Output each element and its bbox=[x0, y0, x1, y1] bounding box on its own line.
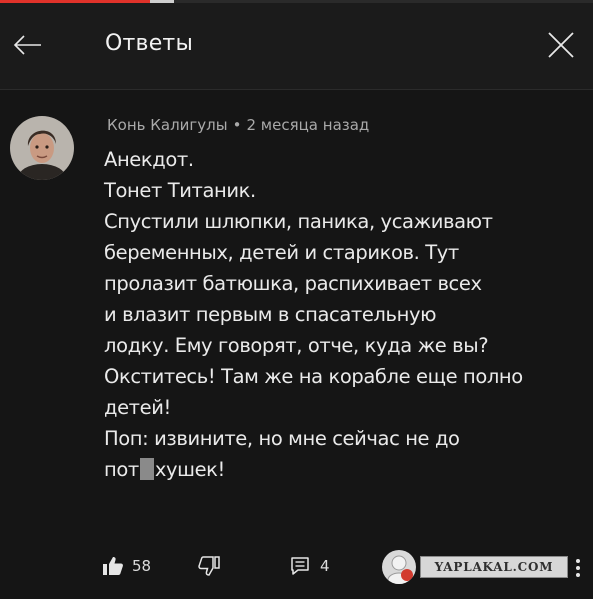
censor-block bbox=[139, 458, 154, 480]
comment-line: детей! bbox=[104, 396, 171, 419]
comment-line: Поп: извините, но мне сейчас не до bbox=[104, 427, 460, 450]
avatar[interactable] bbox=[10, 116, 74, 180]
reply-user-avatar[interactable] bbox=[382, 550, 416, 584]
comment-line: пролазит батюшка, распихивает всех bbox=[104, 272, 482, 295]
close-button[interactable] bbox=[541, 25, 581, 65]
reply-avatar-image bbox=[382, 550, 416, 584]
comment-line-last: пот хушек! bbox=[104, 454, 584, 485]
comment-line: Анекдот. bbox=[104, 148, 194, 171]
thumbs-down-icon bbox=[198, 556, 220, 576]
dislike-button[interactable] bbox=[198, 556, 220, 576]
comment-line: и влазит первым в спасательную bbox=[104, 303, 437, 326]
more-options-button[interactable] bbox=[572, 554, 584, 582]
comment-line: Спустили шлюпки, паника, усаживают bbox=[104, 210, 493, 233]
comment-meta: Конь Калигулы • 2 месяца назад bbox=[107, 116, 369, 134]
comment-line-end: хушек! bbox=[154, 458, 226, 481]
more-dot bbox=[576, 566, 580, 570]
comment-line: Тонет Титаник. bbox=[104, 179, 256, 202]
comment: Конь Калигулы • 2 месяца назад Анекдот. То… bbox=[0, 90, 593, 599]
comment-actions: 58 4 YAPLAKAL.COM bbox=[0, 548, 593, 588]
more-dot bbox=[576, 559, 580, 563]
like-count: 58 bbox=[132, 557, 152, 575]
comment-line: Окститесь! Там же на корабле еще полно bbox=[104, 365, 523, 388]
replies-button[interactable]: 4 bbox=[290, 556, 330, 576]
close-icon bbox=[548, 32, 574, 58]
back-button[interactable] bbox=[8, 25, 48, 65]
arrow-left-icon bbox=[13, 35, 41, 55]
meta-separator: • bbox=[232, 116, 242, 134]
replies-header: Ответы bbox=[0, 3, 593, 90]
comment-author[interactable]: Конь Калигулы bbox=[107, 116, 228, 134]
page-title: Ответы bbox=[105, 31, 194, 56]
thumbs-up-icon bbox=[103, 557, 123, 575]
comment-line-start: пот bbox=[104, 458, 139, 481]
comment-icon bbox=[291, 557, 309, 575]
avatar-image bbox=[10, 116, 74, 180]
replies-count: 4 bbox=[320, 557, 330, 575]
comment-text: Анекдот. Тонет Титаник. Спустили шлюпки,… bbox=[104, 144, 584, 485]
comment-line: беременных, детей и стариков. Тут bbox=[104, 241, 459, 264]
comment-line: лодку. Ему говорят, отче, куда же вы? bbox=[104, 334, 489, 357]
more-dot bbox=[576, 573, 580, 577]
like-button[interactable]: 58 bbox=[102, 556, 151, 576]
comment-time: 2 месяца назад bbox=[246, 116, 370, 134]
yaplakal-watermark: YAPLAKAL.COM bbox=[420, 556, 568, 578]
